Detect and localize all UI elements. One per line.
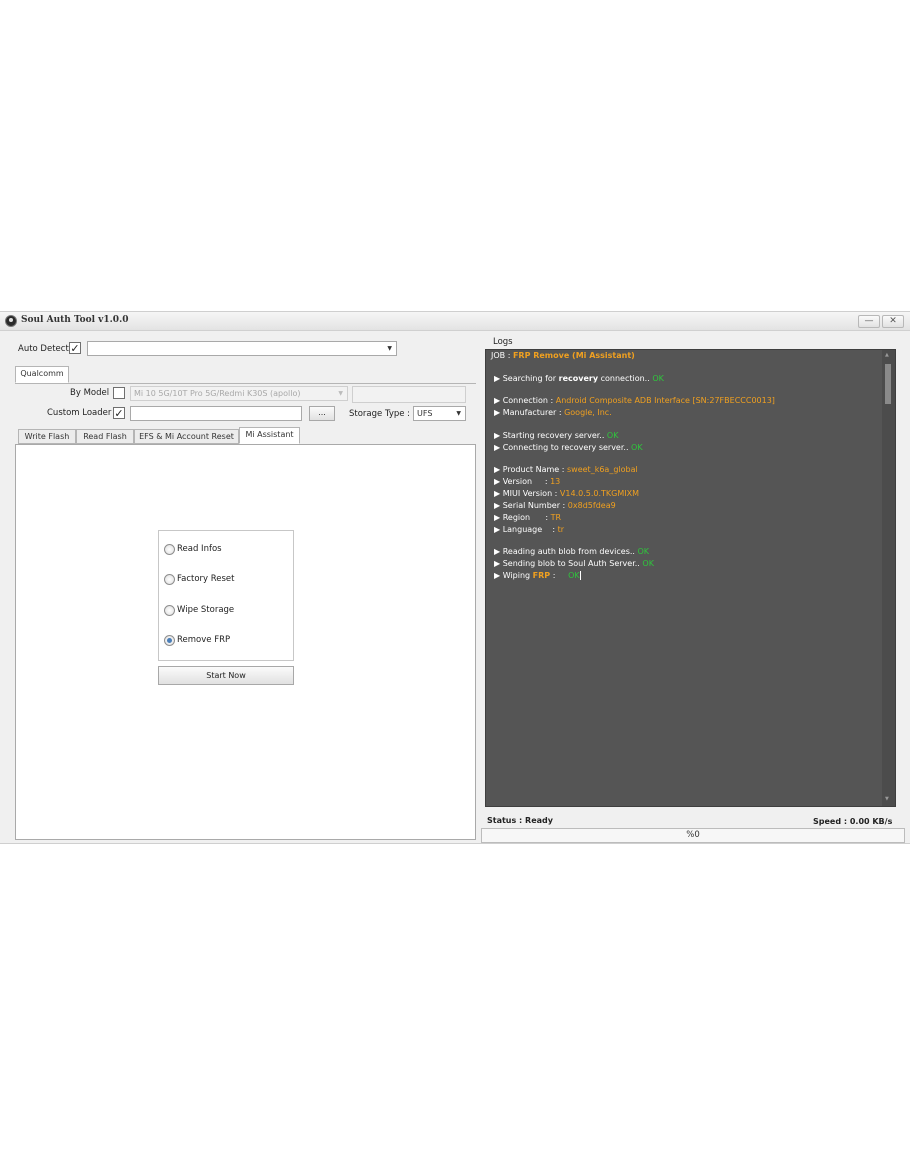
chevron-down-icon: ▼ bbox=[456, 410, 461, 417]
tab-mi-assistant[interactable]: Mi Assistant bbox=[239, 427, 300, 444]
log-scrollbar[interactable]: ▲ ▼ bbox=[882, 350, 895, 806]
scroll-up-icon[interactable]: ▲ bbox=[885, 352, 889, 358]
read-infos-label: Read Infos bbox=[177, 544, 222, 554]
model-select[interactable]: Mi 10 5G/10T Pro 5G/Redmi K30S (apollo) … bbox=[130, 386, 348, 401]
storage-type-select[interactable]: UFS ▼ bbox=[413, 406, 466, 421]
log-miui-line: ▶ MIUI Version : V14.0.5.0.TKGMIXM bbox=[494, 489, 639, 498]
mi-assistant-panel: Read Infos Factory Reset Wipe Storage Re… bbox=[15, 444, 476, 840]
app-logo-icon bbox=[5, 315, 17, 327]
title-bar: Soul Auth Tool v1.0.0 — ✕ bbox=[0, 312, 910, 331]
device-select[interactable]: ▼ bbox=[87, 341, 397, 356]
factory-reset-label: Factory Reset bbox=[177, 574, 235, 584]
log-searching-line: ▶ Searching for recovery connection.. OK bbox=[494, 374, 664, 383]
options-group: Read Infos Factory Reset Wipe Storage Re… bbox=[158, 530, 294, 661]
log-region-line: ▶ Region : TR bbox=[494, 513, 562, 522]
speed-text: Speed : 0.00 KB/s bbox=[813, 817, 893, 826]
by-model-checkbox[interactable] bbox=[113, 387, 125, 399]
log-connection-line: ▶ Connection : Android Composite ADB Int… bbox=[494, 396, 775, 405]
by-model-label: By Model bbox=[70, 388, 110, 398]
progress-label: %0 bbox=[686, 830, 700, 840]
tab-qualcomm[interactable]: Qualcomm bbox=[15, 366, 69, 383]
loader-path-input[interactable] bbox=[130, 406, 302, 421]
auto-detect-label: Auto Detect bbox=[18, 344, 69, 354]
scroll-down-icon[interactable]: ▼ bbox=[885, 796, 889, 802]
tab-write-flash[interactable]: Write Flash bbox=[18, 429, 76, 444]
storage-type-value: UFS bbox=[417, 409, 433, 418]
tab-read-flash[interactable]: Read Flash bbox=[76, 429, 134, 444]
wipe-storage-label: Wipe Storage bbox=[177, 605, 235, 615]
storage-type-label: Storage Type : bbox=[349, 409, 411, 419]
close-button[interactable]: ✕ bbox=[882, 315, 904, 328]
log-language-line: ▶ Language : tr bbox=[494, 525, 565, 534]
log-reading-blob-line: ▶ Reading auth blob from devices.. OK bbox=[494, 547, 650, 556]
log-product-line: ▶ Product Name : sweet_k6a_global bbox=[494, 465, 638, 474]
app-window: Soul Auth Tool v1.0.0 — ✕ Auto Detect ✓ … bbox=[0, 311, 910, 844]
logs-title: Logs bbox=[493, 337, 513, 347]
log-manufacturer-line: ▶ Manufacturer : Google, Inc. bbox=[494, 408, 612, 417]
model-select-value: Mi 10 5G/10T Pro 5G/Redmi K30S (apollo) bbox=[134, 389, 301, 398]
model-extra-field[interactable] bbox=[352, 386, 466, 403]
tab-efs-mi-account-reset[interactable]: EFS & Mi Account Reset bbox=[134, 429, 239, 444]
wipe-storage-radio[interactable] bbox=[164, 605, 175, 616]
log-serial-line: ▶ Serial Number : 0x8d5fdea9 bbox=[494, 501, 616, 510]
log-wiping-line: ▶ Wiping FRP : OK bbox=[494, 571, 581, 580]
log-sending-blob-line: ▶ Sending blob to Soul Auth Server.. OK bbox=[494, 559, 654, 568]
log-version-line: ▶ Version : 13 bbox=[494, 477, 561, 486]
text-cursor bbox=[579, 571, 581, 580]
progress-bar: %0 bbox=[481, 828, 905, 843]
log-job-line: JOB : FRP Remove (Mi Assistant) bbox=[491, 351, 635, 360]
log-starting-server-line: ▶ Starting recovery server.. OK bbox=[494, 431, 619, 440]
minimize-button[interactable]: — bbox=[858, 315, 880, 328]
custom-loader-checkbox[interactable]: ✓ bbox=[113, 407, 125, 419]
chevron-down-icon: ▼ bbox=[387, 345, 392, 352]
chevron-down-icon: ▼ bbox=[338, 390, 343, 397]
browse-button[interactable]: ... bbox=[309, 406, 335, 421]
window-title: Soul Auth Tool v1.0.0 bbox=[21, 315, 129, 325]
platform-tab-divider bbox=[15, 383, 476, 384]
status-text: Status : Ready bbox=[487, 816, 553, 825]
log-connecting-server-line: ▶ Connecting to recovery server.. OK bbox=[494, 443, 643, 452]
factory-reset-radio[interactable] bbox=[164, 574, 175, 585]
log-console: JOB : FRP Remove (Mi Assistant) ▶ Search… bbox=[485, 349, 896, 807]
log-scrollbar-thumb[interactable] bbox=[885, 364, 891, 404]
remove-frp-label: Remove FRP bbox=[177, 635, 231, 645]
start-now-button[interactable]: Start Now bbox=[158, 666, 294, 685]
custom-loader-label: Custom Loader bbox=[47, 408, 112, 418]
read-infos-radio[interactable] bbox=[164, 544, 175, 555]
auto-detect-checkbox[interactable]: ✓ bbox=[69, 342, 81, 354]
remove-frp-radio[interactable] bbox=[164, 635, 175, 646]
